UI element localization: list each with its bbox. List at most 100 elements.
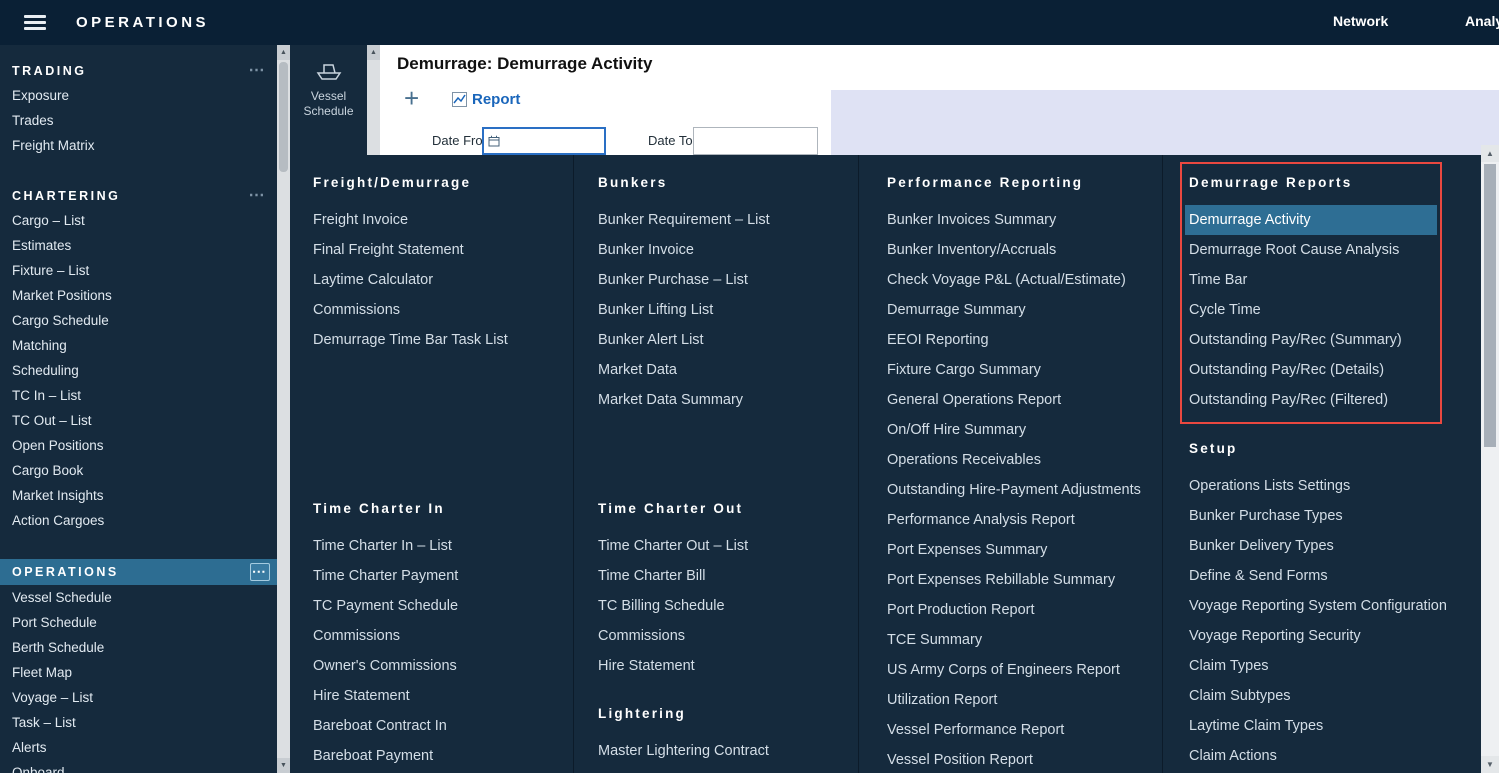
sidebar-item[interactable]: Port Schedule [0, 610, 277, 635]
menu-item[interactable]: Freight Invoice [313, 205, 563, 235]
menu-item[interactable]: EEOI Reporting [887, 325, 1177, 355]
menu-item[interactable]: US Army Corps of Engineers Report [887, 655, 1177, 685]
menu-item[interactable]: Laytime Calculator [313, 265, 563, 295]
menu-item[interactable]: General Operations Report [887, 385, 1177, 415]
sidebar-scrollbar[interactable]: ▲ ▼ [277, 45, 290, 773]
menu-item[interactable]: Outstanding Pay/Rec (Filtered) [1189, 385, 1451, 415]
sidebar-item[interactable]: TC Out – List [0, 408, 277, 433]
menu-item[interactable]: Bunker Lifting List [598, 295, 853, 325]
menu-item[interactable]: Performance Analysis Report [887, 505, 1177, 535]
nav-analytics[interactable]: Analytics [1465, 13, 1499, 29]
menu-item[interactable]: Bunker Requirement – List [598, 205, 853, 235]
scroll-down-button[interactable]: ▼ [1481, 756, 1499, 773]
sidebar-section-header-operations[interactable]: OPERATIONS ⋯ [0, 559, 277, 585]
menu-item[interactable]: Vessel Position Report [887, 745, 1177, 773]
sidebar-item[interactable]: Matching [0, 333, 277, 358]
sidebar-item[interactable]: Fleet Map [0, 660, 277, 685]
menu-item[interactable]: Owner's Commissions [313, 651, 563, 681]
menu-item[interactable]: Operations Lists Settings [1189, 471, 1451, 501]
menu-item[interactable]: Demurrage Summary [887, 295, 1177, 325]
scroll-up-button[interactable]: ▲ [367, 45, 380, 60]
menu-item[interactable]: Commissions [313, 295, 563, 325]
sidebar-item[interactable]: Fixture – List [0, 258, 277, 283]
menu-item[interactable]: Define & Send Forms [1189, 561, 1451, 591]
menu-item[interactable]: Fixture Cargo Summary [887, 355, 1177, 385]
menu-item[interactable]: Outstanding Pay/Rec (Details) [1189, 355, 1451, 385]
scroll-thumb[interactable] [1484, 164, 1496, 447]
sidebar-item[interactable]: Onboard [0, 760, 277, 773]
menu-item[interactable]: Commissions [598, 621, 853, 651]
sidebar-item[interactable]: Berth Schedule [0, 635, 277, 660]
sidebar-item[interactable]: Scheduling [0, 358, 277, 383]
menu-item[interactable]: Vessel Performance Report [887, 715, 1177, 745]
menu-item[interactable]: Master Lightering Contract [598, 736, 853, 766]
menu-item[interactable]: Demurrage Time Bar Task List [313, 325, 563, 355]
main-scrollbar[interactable]: ▲ ▼ [1481, 145, 1499, 773]
sidebar-item[interactable]: Market Positions [0, 283, 277, 308]
scroll-down-button[interactable]: ▼ [277, 758, 290, 773]
menu-item[interactable]: Claim Actions [1189, 741, 1451, 771]
menu-item[interactable]: Bareboat Contract In [313, 711, 563, 741]
menu-item[interactable]: TCE Summary [887, 625, 1177, 655]
menu-item[interactable]: Operations Receivables [887, 445, 1177, 475]
sidebar-item[interactable]: Voyage – List [0, 685, 277, 710]
menu-item[interactable]: Outstanding Pay/Rec (Summary) [1189, 325, 1451, 355]
date-from-input[interactable] [482, 127, 606, 155]
menu-item[interactable]: Time Bar [1189, 265, 1451, 295]
menu-item[interactable]: Hire Statement [598, 651, 853, 681]
menu-item[interactable]: Time Charter Bill [598, 561, 853, 591]
sidebar-item[interactable]: Cargo Schedule [0, 308, 277, 333]
menu-item[interactable]: Claim Types [1189, 651, 1451, 681]
scroll-up-button[interactable]: ▲ [277, 45, 290, 60]
menu-item[interactable]: Bunker Purchase Types [1189, 501, 1451, 531]
menu-item[interactable]: On/Off Hire Summary [887, 415, 1177, 445]
scroll-thumb[interactable] [279, 62, 288, 172]
menu-item[interactable]: Bunker Delivery Types [1189, 531, 1451, 561]
more-icon[interactable]: ⋯ [249, 184, 268, 208]
menu-item[interactable]: Laytime Claim Types [1189, 711, 1451, 741]
menu-item[interactable]: Check Voyage P&L (Actual/Estimate) [887, 265, 1177, 295]
sidebar-item[interactable]: Action Cargoes [0, 508, 277, 533]
report-button[interactable]: Report [452, 91, 520, 108]
more-icon[interactable]: ⋯ [249, 59, 268, 83]
menu-item[interactable]: Voyage Reporting System Configuration [1189, 591, 1451, 621]
sidebar-item[interactable]: Alerts [0, 735, 277, 760]
menu-item[interactable]: Port Expenses Summary [887, 535, 1177, 565]
menu-item[interactable]: Demurrage Root Cause Analysis [1189, 235, 1451, 265]
menu-item[interactable]: Port Production Report [887, 595, 1177, 625]
menu-item[interactable]: Time Charter In – List [313, 531, 563, 561]
menu-item[interactable]: Port Expenses Rebillable Summary [887, 565, 1177, 595]
scroll-up-button[interactable]: ▲ [1481, 145, 1499, 162]
nav-network[interactable]: Network [1333, 13, 1388, 29]
sidebar-item[interactable]: Task – List [0, 710, 277, 735]
menu-item[interactable]: Market Data Summary [598, 385, 853, 415]
menu-item[interactable]: Time Charter Out – List [598, 531, 853, 561]
menu-item[interactable]: Market Data [598, 355, 853, 385]
sidebar-item[interactable]: TC In – List [0, 383, 277, 408]
menu-item[interactable]: Bunker Invoice [598, 235, 853, 265]
menu-item[interactable]: Commissions [313, 621, 563, 651]
menu-item[interactable]: Bunker Purchase – List [598, 265, 853, 295]
sidebar-item[interactable]: Cargo Book [0, 458, 277, 483]
add-button[interactable]: + [404, 85, 419, 111]
tab-vessel-schedule[interactable]: Vessel Schedule [293, 55, 364, 127]
menu-item[interactable]: Bunker Inventory/Accruals [887, 235, 1177, 265]
sidebar-item[interactable]: Trades [0, 108, 277, 133]
sidebar-item[interactable]: Vessel Schedule [0, 585, 277, 610]
menu-item[interactable]: Demurrage Activity [1185, 205, 1437, 235]
menu-item[interactable]: Hire Statement [313, 681, 563, 711]
menu-item[interactable]: Cycle Time [1189, 295, 1451, 325]
date-to-input[interactable] [693, 127, 818, 155]
menu-item[interactable]: Bunker Invoices Summary [887, 205, 1177, 235]
sidebar-item[interactable]: Cargo – List [0, 208, 277, 233]
hamburger-menu-icon[interactable] [24, 12, 46, 33]
sidebar-item[interactable]: Estimates [0, 233, 277, 258]
menu-item[interactable]: Bunker Alert List [598, 325, 853, 355]
sidebar-item[interactable]: Exposure [0, 83, 277, 108]
sidebar-item[interactable]: Open Positions [0, 433, 277, 458]
menu-item[interactable]: Claim Subtypes [1189, 681, 1451, 711]
menu-item[interactable]: Voyage Reporting Security [1189, 621, 1451, 651]
menu-item[interactable]: Time Charter Payment [313, 561, 563, 591]
menu-item[interactable]: Utilization Report [887, 685, 1177, 715]
menu-item[interactable]: TC Payment Schedule [313, 591, 563, 621]
